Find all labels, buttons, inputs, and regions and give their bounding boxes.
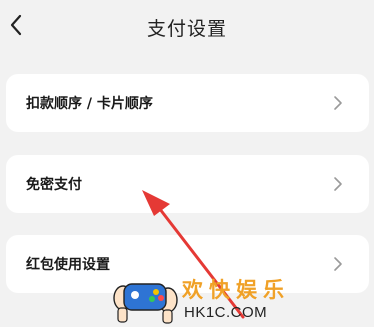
watermark-chinese-text: 欢快娱乐 [182,278,290,302]
menu-item-label: 扣款顺序 / 卡片顺序 [26,96,153,112]
menu-item-label: 红包使用设置 [26,257,110,273]
menu-item-label: 免密支付 [26,177,82,193]
menu-item-password-free-payment[interactable]: 免密支付 [6,155,369,213]
top-bar: 支付设置 [0,0,374,50]
menu-item-deduction-order[interactable]: 扣款顺序 / 卡片顺序 [6,74,369,132]
chevron-right-icon [334,96,342,110]
watermark-url-text: HK1C.COM [184,304,268,321]
chevron-right-icon [334,177,342,191]
chevron-right-icon [334,257,342,271]
game-controller-hands-icon [113,283,178,324]
page-title: 支付设置 [146,18,227,40]
watermark-logo: 欢快娱乐 HK1C.COM [110,268,284,327]
